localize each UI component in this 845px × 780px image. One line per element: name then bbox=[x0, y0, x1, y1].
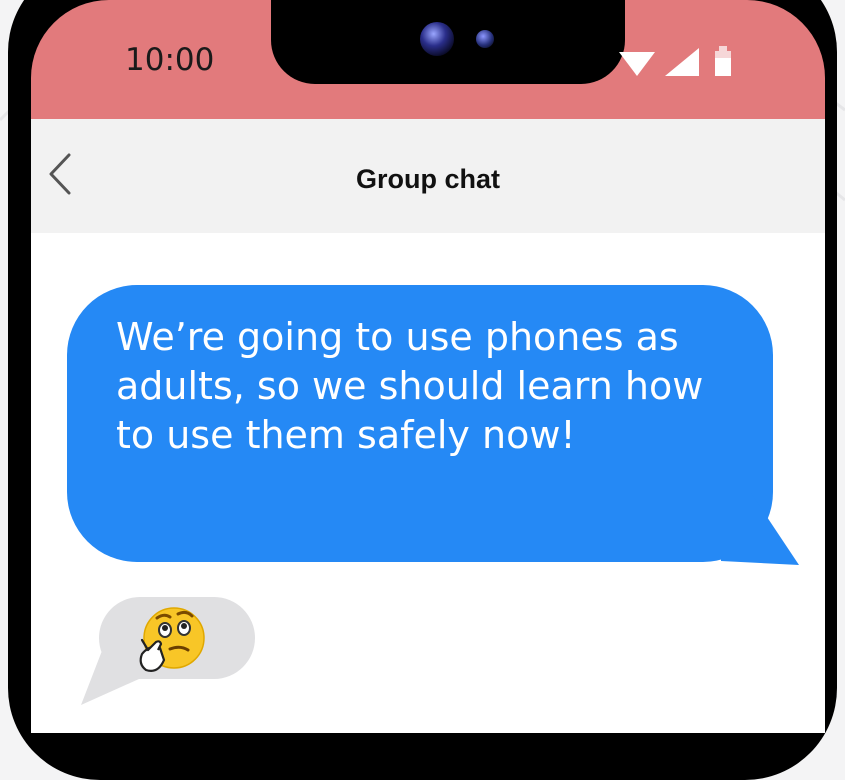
sensor-icon bbox=[476, 30, 494, 48]
chat-header: Group chat bbox=[31, 119, 825, 233]
phone-screen: 10:00 Group chat We’re going to use phon… bbox=[31, 0, 825, 733]
incoming-bubble-tail bbox=[81, 643, 139, 705]
status-time: 10:00 bbox=[125, 42, 215, 78]
signal-icon bbox=[665, 48, 699, 76]
message-list: We’re going to use phones as adults, so … bbox=[31, 233, 825, 733]
battery-icon bbox=[715, 46, 731, 76]
front-camera-icon bbox=[420, 22, 454, 56]
thinking-face-icon bbox=[139, 607, 205, 672]
status-bar: 10:00 bbox=[31, 0, 825, 119]
status-icons bbox=[619, 46, 731, 76]
outgoing-bubble-tail bbox=[721, 493, 799, 565]
phone-mockup: 10:00 Group chat We’re going to use phon… bbox=[0, 0, 845, 780]
wifi-icon bbox=[619, 52, 655, 76]
chat-title: Group chat bbox=[355, 164, 500, 194]
camera-notch bbox=[271, 0, 625, 84]
outgoing-message-text: We’re going to use phones as adults, so … bbox=[116, 315, 704, 457]
